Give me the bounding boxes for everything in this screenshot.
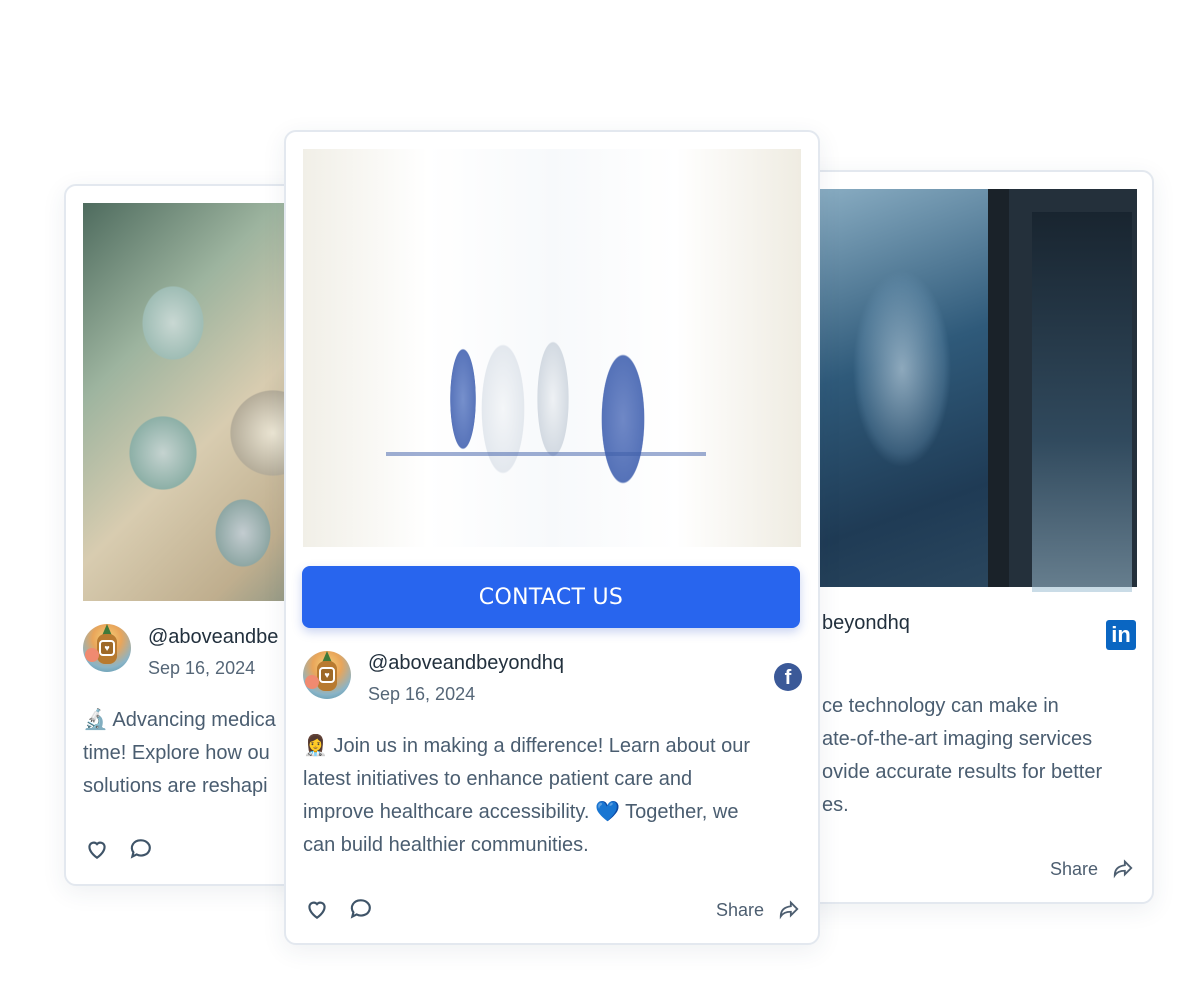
share-arrow-icon [1113, 859, 1133, 879]
username[interactable]: @aboveandbe [148, 626, 278, 649]
username[interactable]: @aboveandbeyondhq [368, 652, 564, 675]
heart-icon: ♥ [319, 667, 335, 683]
post-text: 🔬 Advancing medica time! Explore how ou … [83, 709, 276, 797]
comment-icon[interactable] [128, 836, 154, 862]
post-text: 👩‍⚕️ Join us in making a difference! Lea… [303, 735, 751, 856]
avatar[interactable]: ♥ [83, 624, 131, 672]
post-image-corridor[interactable] [303, 149, 801, 547]
post-card-center: CONTACT US ♥ @aboveandbeyondhq Sep 16, 2… [284, 130, 820, 945]
comment-icon[interactable] [348, 896, 374, 922]
floor-line [386, 452, 706, 456]
post-text: ce technology can make in ate-of-the-art… [822, 695, 1103, 816]
post-card-right: beyondhq in ce technology can make in at… [780, 170, 1154, 904]
avatar[interactable]: ♥ [303, 651, 351, 699]
heart-icon[interactable] [84, 836, 110, 862]
post-date: Sep 16, 2024 [148, 658, 256, 678]
share-arrow-icon [779, 900, 799, 920]
xray-plate [1032, 212, 1132, 592]
linkedin-icon[interactable]: in [1106, 620, 1136, 650]
username[interactable]: beyondhq [822, 612, 910, 635]
facebook-icon[interactable]: f [774, 663, 802, 691]
post-date: Sep 16, 2024 [368, 684, 476, 704]
share-button[interactable]: Share [1050, 857, 1135, 880]
share-label: Share [1050, 859, 1099, 879]
heart-icon: ♥ [99, 640, 115, 656]
share-button[interactable]: Share [716, 898, 801, 921]
contact-us-button[interactable]: CONTACT US [302, 566, 800, 628]
share-label: Share [716, 900, 765, 920]
heart-icon[interactable] [304, 896, 330, 922]
